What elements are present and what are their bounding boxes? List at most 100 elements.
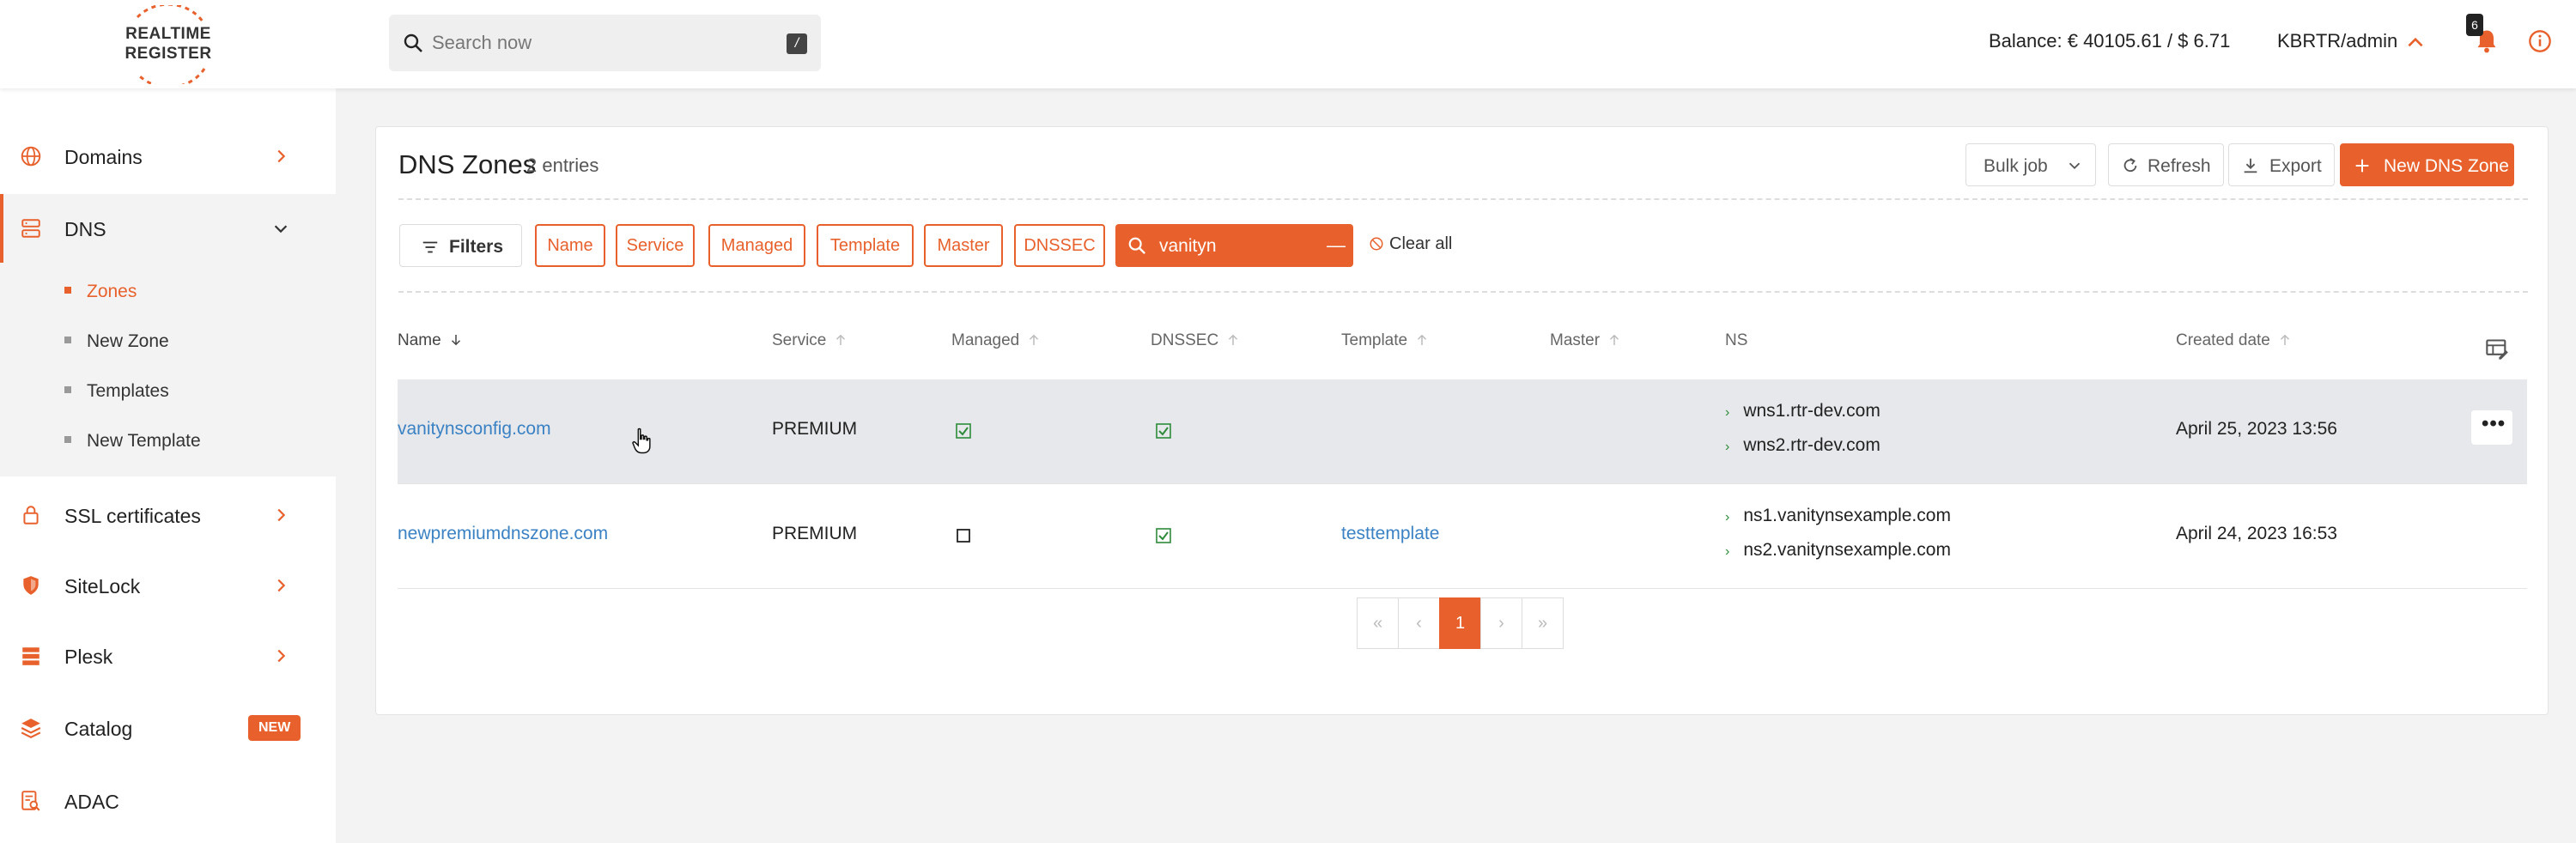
chevron-up-icon[interactable]: [2404, 31, 2427, 53]
column-header-created-date[interactable]: Created date: [2176, 331, 2293, 350]
clear-all-button[interactable]: Clear all: [1369, 234, 1452, 254]
column-header-master[interactable]: Master: [1550, 331, 1622, 350]
filter-chip-dnssec[interactable]: DNSSEC: [1014, 224, 1105, 267]
logo-text: REALTIME REGISTER: [120, 24, 216, 64]
search-icon: [1128, 237, 1146, 255]
ns-entry[interactable]: › ns2.vanitynsexample.com: [1725, 540, 1951, 561]
zone-name-link[interactable]: newpremiumdnszone.com: [398, 524, 608, 544]
column-header-dnssec[interactable]: DNSSEC: [1151, 331, 1241, 350]
arrow-up-icon: [2280, 334, 2289, 345]
global-search[interactable]: /: [389, 15, 821, 71]
bulk-job-button[interactable]: Bulk job: [1965, 143, 2096, 186]
sidebar-item-sitelock[interactable]: SiteLock: [0, 551, 336, 620]
layers-icon: [21, 719, 41, 739]
remove-filter-icon[interactable]: —: [1327, 234, 1346, 257]
lock-icon: [23, 506, 39, 525]
column-label: NS: [1725, 331, 1748, 349]
last-page-button[interactable]: »: [1522, 597, 1564, 649]
sidebar-subitem-new-template[interactable]: New Template: [64, 431, 201, 452]
divider: [398, 291, 2528, 293]
column-header-template[interactable]: Template: [1341, 331, 1430, 350]
sidebar-subitem-zones[interactable]: Zones: [64, 282, 137, 302]
chevron-right-icon: [277, 579, 286, 592]
sidebar-item-domains[interactable]: Domains: [0, 122, 336, 191]
pagination: « ‹ 1 › »: [1357, 597, 1564, 649]
search-input[interactable]: [432, 15, 758, 71]
sidebar-item-label: SiteLock: [64, 575, 141, 597]
sidebar-subitem-new-zone[interactable]: New Zone: [64, 331, 169, 352]
chevron-right-icon: ›: [1725, 544, 1730, 559]
divider: [398, 198, 2528, 200]
export-button[interactable]: Export: [2228, 143, 2335, 186]
filter-chip-name[interactable]: Name: [535, 224, 605, 267]
checked-icon: [1156, 528, 1171, 543]
ns-label: wns1.rtr-dev.com: [1743, 401, 1880, 421]
sidebar-item-dns[interactable]: DNS: [0, 194, 336, 263]
zone-name-link[interactable]: vanitynsconfig.com: [398, 419, 551, 440]
download-icon: [2244, 158, 2257, 173]
more-dots-icon: •••: [2482, 412, 2506, 435]
active-search-filter[interactable]: vanityn —: [1115, 224, 1353, 267]
filter-chip-managed[interactable]: Managed: [708, 224, 805, 267]
column-label: Managed: [951, 331, 1020, 349]
stack-icon: [22, 647, 39, 665]
sidebar-item-plesk[interactable]: Plesk: [0, 622, 336, 690]
column-header-managed[interactable]: Managed: [951, 331, 1042, 350]
chevron-right-icon: ›: [1725, 440, 1730, 454]
column-label: Created date: [2176, 331, 2270, 349]
sidebar-item-ssl[interactable]: SSL certificates: [0, 481, 336, 549]
row-actions-button[interactable]: •••: [2471, 410, 2512, 445]
sidebar-item-label: Plesk: [64, 646, 113, 668]
arrow-up-icon: [1418, 334, 1427, 345]
ns-entry[interactable]: › wns2.rtr-dev.com: [1725, 435, 1880, 456]
chevron-down-icon: [274, 225, 288, 233]
chevron-right-icon: [277, 149, 286, 163]
filter-chip-master[interactable]: Master: [924, 224, 1003, 267]
notification-count-badge: 6: [2466, 14, 2483, 36]
dns-zones-card: DNS Zones 2 entries Bulk job Refresh Exp…: [375, 126, 2549, 715]
logo-line-1: REALTIME: [125, 25, 211, 43]
subitem-label: Templates: [87, 381, 169, 401]
page-1-button[interactable]: 1: [1439, 597, 1481, 649]
sidebar-item-label: Domains: [64, 146, 143, 168]
filter-lines-icon: [422, 241, 438, 253]
next-page-button[interactable]: ›: [1480, 597, 1522, 649]
table-row[interactable]: vanitynsconfig.com PREMIUM › wns1.rtr-dev…: [398, 379, 2527, 484]
ns-label: ns2.vanitynsexample.com: [1743, 540, 1951, 560]
sidebar-dns-group: DNS Zones New Zone Templates New Templat…: [0, 194, 336, 476]
table-row[interactable]: newpremiumdnszone.com PREMIUM testtempla…: [398, 484, 2527, 589]
first-page-button[interactable]: «: [1357, 597, 1399, 649]
sidebar: Domains DNS Zones New Zone Templates New…: [0, 88, 336, 843]
sidebar-item-catalog[interactable]: Catalog NEW: [0, 694, 336, 762]
sidebar-subitem-templates[interactable]: Templates: [64, 381, 169, 402]
bullet-icon: [64, 287, 71, 294]
column-label: Master: [1550, 331, 1601, 349]
service-cell: PREMIUM: [772, 419, 858, 439]
account-menu[interactable]: KBRTR/admin: [2277, 30, 2397, 52]
sidebar-item-adac[interactable]: ADAC: [0, 767, 336, 835]
filter-chip-template[interactable]: Template: [817, 224, 914, 267]
filters-button[interactable]: Filters: [399, 224, 522, 267]
arrow-up-icon: [1610, 334, 1619, 345]
refresh-label: Refresh: [2148, 156, 2211, 176]
arrow-up-icon: [1030, 334, 1039, 345]
checked-icon: [1156, 423, 1171, 439]
column-header-ns: NS: [1725, 331, 1747, 350]
column-header-service[interactable]: Service: [772, 331, 848, 350]
ns-entry[interactable]: › wns1.rtr-dev.com: [1725, 401, 1880, 422]
service-cell: PREMIUM: [772, 524, 858, 543]
ban-icon: [1370, 237, 1383, 251]
ns-entry[interactable]: › ns1.vanitynsexample.com: [1725, 506, 1951, 526]
bullet-icon: [64, 386, 71, 394]
column-header-name[interactable]: Name: [398, 331, 464, 350]
checked-icon: [956, 423, 971, 439]
refresh-button[interactable]: Refresh: [2108, 143, 2224, 186]
realtime-register-logo[interactable]: REALTIME REGISTER: [103, 5, 232, 84]
template-link[interactable]: testtemplate: [1341, 524, 1439, 544]
info-icon[interactable]: [2528, 29, 2552, 53]
prev-page-button[interactable]: ‹: [1398, 597, 1440, 649]
new-dns-zone-button[interactable]: New DNS Zone: [2340, 143, 2514, 186]
column-settings-icon[interactable]: [2485, 337, 2509, 361]
subitem-label: New Template: [87, 431, 201, 451]
filter-chip-service[interactable]: Service: [616, 224, 695, 267]
